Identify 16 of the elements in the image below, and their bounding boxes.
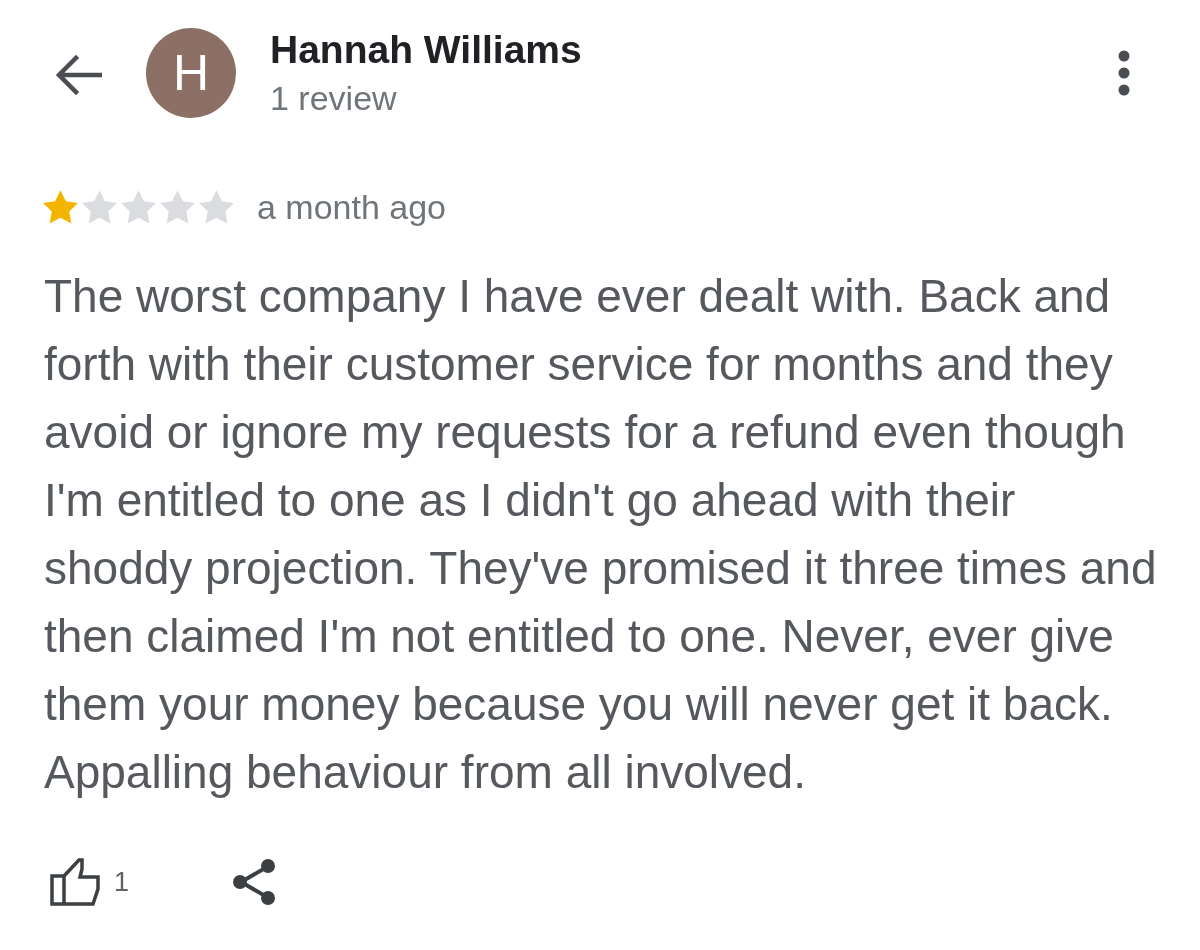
back-arrow-icon [54,54,102,96]
share-icon [232,858,277,906]
thumbs-up-icon [50,858,100,906]
share-button[interactable] [232,858,277,906]
review-time: a month ago [257,187,447,227]
like-button[interactable]: 1 [50,858,130,906]
reviewer-name: Hannah Williams [270,28,582,72]
empty-star-icon [198,190,235,224]
review-text: The worst company I have ever dealt with. Back and forth with their customer service for months and they avoid or ignore my requests for a refund even though I'm entitled to one as I didn't go ahead with their shoddy projection. They've promised it three times and then claimed I'm not entitled to one. Never, ever give them your money because you will never get it back. Appalling behaviour from all involved. [44,269,1158,800]
empty-star-icon [120,190,157,224]
empty-star-icon [81,190,118,224]
more-options-icon [1118,50,1130,96]
review-count: 1 review [270,78,398,118]
avatar: H [146,28,236,118]
empty-star-icon [159,190,196,224]
filled-star-icon [42,190,79,224]
